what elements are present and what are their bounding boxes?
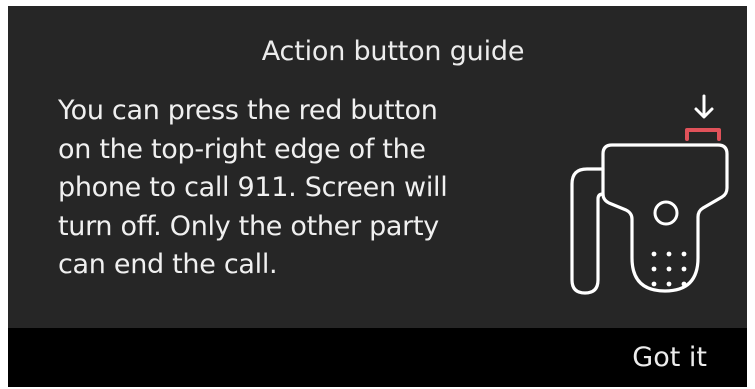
red-action-button bbox=[685, 128, 721, 141]
arrow-down-icon bbox=[694, 94, 714, 119]
phone-body bbox=[601, 143, 729, 293]
dialog-footer: Got it bbox=[8, 328, 747, 387]
action-button-guide-dialog: Action button guide You can press the re… bbox=[8, 6, 747, 387]
got-it-button[interactable]: Got it bbox=[632, 340, 707, 376]
keypad-dots bbox=[651, 251, 687, 287]
dialog-message: You can press the red button on the top-… bbox=[58, 95, 448, 280]
phone-handset bbox=[570, 167, 605, 295]
desk-phone-red-button-icon bbox=[570, 94, 729, 295]
phone-lens bbox=[653, 200, 679, 226]
dialog-title: Action button guide bbox=[261, 36, 525, 67]
